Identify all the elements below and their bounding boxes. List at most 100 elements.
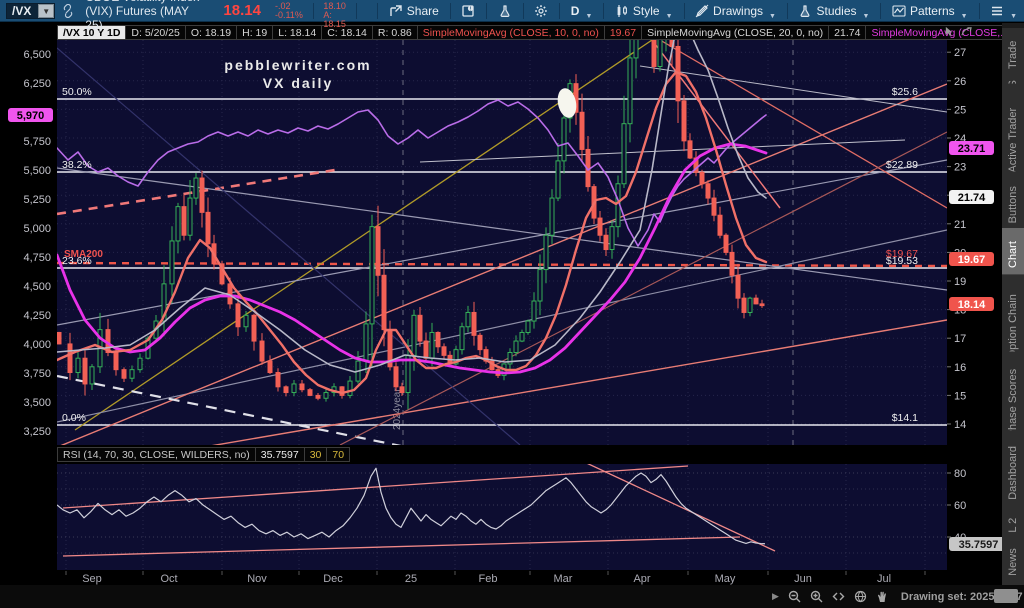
pan-arrows-icon[interactable] <box>832 590 845 603</box>
resize-handle[interactable] <box>994 589 1018 603</box>
candle-body <box>520 332 524 341</box>
candle-body <box>460 327 464 350</box>
candle-body <box>130 370 134 379</box>
candle-body <box>604 235 608 249</box>
sma-magenta-label-cell[interactable]: SimpleMovingAvg (CLOSE,... <box>866 25 1015 40</box>
candle-body <box>268 361 272 372</box>
candle-body <box>436 332 440 346</box>
degree-tool-icon[interactable] <box>961 26 972 37</box>
candle-body <box>682 101 686 141</box>
candle-body <box>580 112 584 149</box>
gear-icon <box>534 4 548 18</box>
sma20-label-cell[interactable]: SimpleMovingAvg (CLOSE, 20, 0, no) <box>642 25 829 40</box>
analyze-button[interactable] <box>491 0 519 22</box>
rsi-header: RSI (14, 70, 30, CLOSE, WILDERS, no) 35.… <box>57 447 350 462</box>
timeframe-button[interactable]: D▼ <box>564 0 600 22</box>
fib-price-label: $22.89 <box>886 159 918 171</box>
candle-body <box>658 38 662 67</box>
candle-body <box>430 332 434 358</box>
cursor-tool-icon[interactable] <box>944 26 955 37</box>
candle-body <box>418 315 422 341</box>
right-axis-label: 23 <box>954 162 966 174</box>
low-cell: L: 18.14 <box>273 25 322 40</box>
candle-body <box>472 312 476 335</box>
link-icon[interactable] <box>61 4 75 18</box>
candle-body <box>412 315 416 355</box>
left-axis-label: 4,000 <box>23 339 51 351</box>
share-button[interactable]: Share <box>382 0 446 22</box>
sma200-label: SMA200 <box>64 249 103 260</box>
fib-pct-label: 0.0% <box>62 412 86 424</box>
studies-button[interactable]: Studies▼ <box>791 0 876 22</box>
expand-panel-icon[interactable]: ▶ <box>772 591 779 602</box>
sidebar-tab-news[interactable]: News <box>1002 539 1024 586</box>
zoom-in-icon[interactable] <box>810 590 823 603</box>
right-axis-label: 21 <box>954 219 966 231</box>
candle-body <box>622 124 626 184</box>
candle-body <box>598 218 602 235</box>
candle-body <box>76 358 80 372</box>
rsi-plot-background[interactable] <box>57 464 947 570</box>
month-label: Dec <box>323 573 343 585</box>
right-sidebar: TradeT&SActive TraderButtonsChartOption … <box>1002 23 1024 585</box>
drawings-button[interactable]: Drawings▼ <box>688 0 783 22</box>
fib-price-label: $25.6 <box>892 86 918 98</box>
price-chart-canvas[interactable]: 2024year50.0%$25.638.2%$22.8923.6%$19.53… <box>0 0 1024 608</box>
left-axis-label: 5,250 <box>23 194 51 206</box>
left-axis-label: 3,750 <box>23 368 51 380</box>
left-axis-label: 3,500 <box>23 397 51 409</box>
candle-body <box>718 215 722 235</box>
candle-body <box>200 178 204 212</box>
left-axis-label: 6,500 <box>23 49 51 61</box>
candle-body <box>83 358 87 384</box>
month-label: Nov <box>247 573 267 585</box>
left-axis-label: 4,750 <box>23 252 51 264</box>
candle-body <box>466 312 470 326</box>
month-label: Jul <box>877 573 891 585</box>
candle-body <box>700 172 704 183</box>
sma10-label-cell[interactable]: SimpleMovingAvg (CLOSE, 10, 0, no) <box>418 25 605 40</box>
menu-button[interactable]: ▼ <box>983 0 1024 22</box>
candle-body <box>556 161 560 198</box>
right-axis-label: 26 <box>954 76 966 88</box>
sma20-value-cell: 21.74 <box>829 25 866 40</box>
price-bubble-19-67-text: 19.67 <box>958 254 986 266</box>
notebook-alert-icon: ! <box>461 4 475 18</box>
high-cell: H: 19 <box>237 25 273 40</box>
candle-body <box>736 275 740 298</box>
candle-body <box>206 212 210 243</box>
right-axis-label: 25 <box>954 104 966 116</box>
globe-icon[interactable] <box>854 590 867 603</box>
left-axis-label: 3,250 <box>23 426 51 438</box>
symbol-dropdown-icon[interactable]: ▼ <box>38 4 54 18</box>
candle-body <box>532 301 536 321</box>
style-button[interactable]: Style▼ <box>608 0 680 22</box>
chart-header-icons <box>944 26 972 37</box>
bid-ask: B: 18.10A: 18.15 <box>317 0 352 29</box>
candle-body <box>194 178 198 198</box>
month-label: Feb <box>479 573 498 585</box>
share-icon <box>389 4 403 18</box>
hand-cursor-icon[interactable] <box>876 590 889 603</box>
month-label: 25 <box>405 573 417 585</box>
left-axis-label: 5,000 <box>23 223 51 235</box>
patterns-button[interactable]: Patterns▼ <box>885 0 975 22</box>
rsi-label-cell[interactable]: RSI (14, 70, 30, CLOSE, WILDERS, no) <box>57 447 256 462</box>
candle-body <box>188 198 192 235</box>
rsi-axis-label: 80 <box>954 468 966 480</box>
candle-body <box>688 141 692 158</box>
candle-body <box>400 387 404 393</box>
range-cell: R: 0.86 <box>373 25 418 40</box>
candle-body <box>122 370 126 379</box>
candle-body <box>706 184 710 198</box>
settings-button[interactable] <box>527 0 555 22</box>
alerts-button[interactable]: ! <box>454 0 482 22</box>
candle-body <box>364 324 368 361</box>
candle-body <box>284 387 288 393</box>
sidebar-tab-dashboard[interactable]: Dashboard <box>1002 431 1024 514</box>
candle-body <box>382 275 386 329</box>
zoom-out-icon[interactable] <box>788 590 801 603</box>
candle-body <box>308 390 312 396</box>
symbol-input[interactable]: /VX ▼ <box>6 3 55 19</box>
candle-body <box>742 298 746 312</box>
